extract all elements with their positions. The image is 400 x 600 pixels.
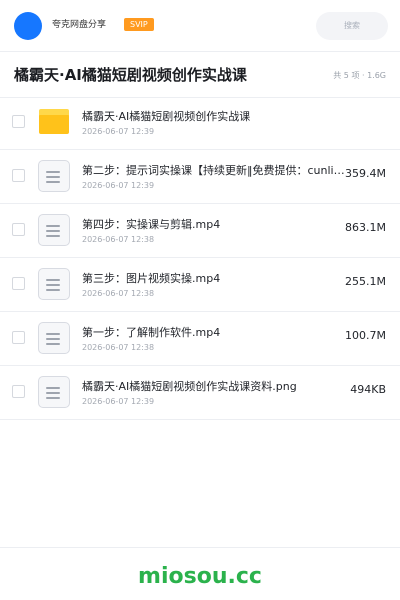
file-name: 第二步：提示词实操课【持续更新‖免费提供：cunlinkshop <box>82 164 348 177</box>
search-input[interactable]: 搜索 <box>316 12 388 40</box>
document-icon <box>38 160 70 192</box>
file-date: 2026-06-07 12:39 <box>82 397 155 406</box>
file-list: 橘霸天·AI橘猫短剧视频创作实战课 2026-06-07 12:39 第二步：提… <box>0 96 400 420</box>
row-checkbox[interactable] <box>12 331 25 344</box>
file-row[interactable]: 第三步：图片视频实操.mp4 2026-06-07 12:38 255.1M <box>0 258 400 312</box>
row-checkbox[interactable] <box>12 223 25 236</box>
svip-badge: SVIP <box>124 18 154 31</box>
file-date: 2026-06-07 12:38 <box>82 235 155 244</box>
page-title: 橘霸天·AI橘猫短剧视频创作实战课 <box>14 66 247 84</box>
file-row[interactable]: 橘霸天·AI橘猫短剧视频创作实战课 2026-06-07 12:39 <box>0 96 400 150</box>
folder-icon <box>39 109 69 134</box>
document-icon <box>38 322 70 354</box>
file-size: 255.1M <box>345 275 386 288</box>
site-logo[interactable]: miosou.cc <box>0 563 400 591</box>
row-checkbox[interactable] <box>12 169 25 182</box>
file-size: 494KB <box>350 383 386 396</box>
file-row[interactable]: 橘霸天·AI橘猫短剧视频创作实战课资料.png 2026-06-07 12:39… <box>0 366 400 420</box>
file-date: 2026-06-07 12:38 <box>82 343 155 352</box>
footer: miosou.cc <box>0 547 400 600</box>
file-name: 第四步：实操课与剪辑.mp4 <box>82 218 221 231</box>
file-row[interactable]: 第四步：实操课与剪辑.mp4 2026-06-07 12:38 863.1M <box>0 204 400 258</box>
file-size: 100.7M <box>345 329 386 342</box>
file-size: 863.1M <box>345 221 386 234</box>
file-date: 2026-06-07 12:39 <box>82 181 155 190</box>
row-checkbox[interactable] <box>12 115 25 128</box>
folder-meta: 共 5 项 · 1.6G <box>333 71 386 80</box>
document-icon <box>38 268 70 300</box>
avatar[interactable] <box>14 12 42 40</box>
file-name: 第三步：图片视频实操.mp4 <box>82 272 221 285</box>
row-checkbox[interactable] <box>12 385 25 398</box>
file-row[interactable]: 第二步：提示词实操课【持续更新‖免费提供：cunlinkshop 2026-06… <box>0 150 400 204</box>
file-date: 2026-06-07 12:38 <box>82 289 155 298</box>
file-name: 第一步：了解制作软件.mp4 <box>82 326 221 339</box>
file-name: 橘霸天·AI橘猫短剧视频创作实战课 <box>82 110 251 123</box>
header-bar: 夸克网盘分享 SVIP 搜索 <box>0 0 400 52</box>
share-name: 夸克网盘分享 <box>52 20 107 30</box>
row-checkbox[interactable] <box>12 277 25 290</box>
file-name: 橘霸天·AI橘猫短剧视频创作实战课资料.png <box>82 380 297 393</box>
file-size: 359.4M <box>345 167 386 180</box>
file-row[interactable]: 第一步：了解制作软件.mp4 2026-06-07 12:38 100.7M <box>0 312 400 366</box>
folder-title-bar: 橘霸天·AI橘猫短剧视频创作实战课 共 5 项 · 1.6G <box>0 52 400 98</box>
file-date: 2026-06-07 12:39 <box>82 127 155 136</box>
document-icon <box>38 214 70 246</box>
document-icon <box>38 376 70 408</box>
